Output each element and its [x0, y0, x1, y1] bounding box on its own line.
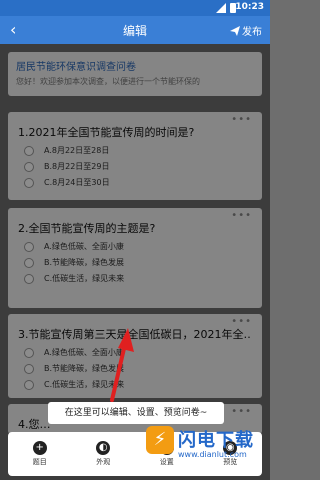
- tab-appearance[interactable]: ◐ 外观: [78, 441, 128, 467]
- publish-button[interactable]: 发布: [230, 23, 262, 38]
- lightning-icon: ⚡: [146, 426, 174, 454]
- send-icon: [230, 25, 240, 36]
- watermark-text: 闪电下载: [178, 430, 254, 451]
- status-bar: 10:23: [0, 0, 270, 16]
- watermark: ⚡ 闪电下载 www.dianlut.com: [146, 420, 266, 476]
- tab-questions[interactable]: + 题目: [15, 441, 65, 467]
- watermark-url: www.dianlut.com: [178, 450, 247, 459]
- tab-label: 外观: [96, 458, 111, 466]
- publish-label: 发布: [242, 27, 262, 38]
- palette-icon: ◐: [96, 441, 111, 455]
- signal-icon: [216, 3, 226, 13]
- title-bar: ‹ 编辑 发布: [0, 16, 270, 44]
- tab-label: 题目: [32, 458, 47, 466]
- clock: 10:23: [235, 2, 264, 12]
- plus-icon: +: [32, 441, 47, 455]
